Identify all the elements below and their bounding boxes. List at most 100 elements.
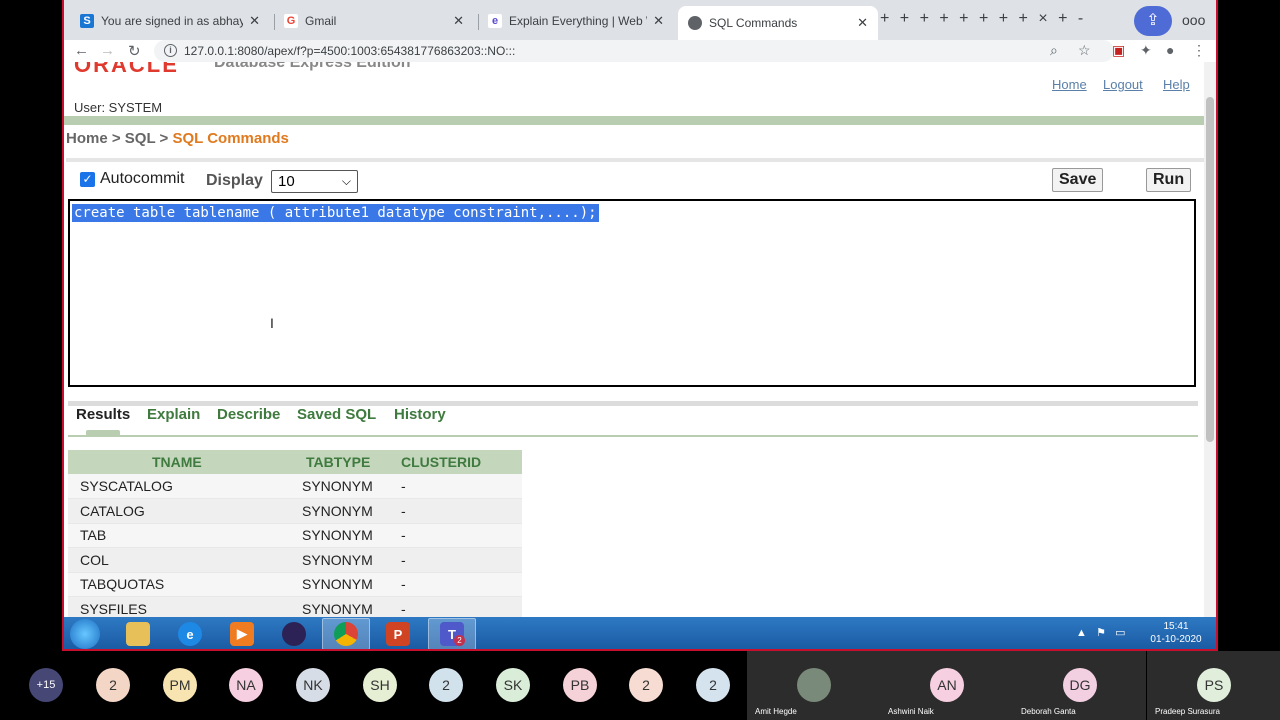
close-tab-icon[interactable]: ✕ xyxy=(653,13,664,29)
menu-kebab-icon[interactable]: ⋮ xyxy=(1192,42,1206,59)
help-link[interactable]: Help xyxy=(1163,77,1190,92)
table-cell: - xyxy=(395,498,522,524)
participant-avatar[interactable]: PB xyxy=(563,668,597,702)
participant-photo-avatar xyxy=(797,668,831,702)
bookmark-star-icon[interactable]: ☆ xyxy=(1078,42,1091,59)
tab-title: Explain Everything | Web Whiteboard xyxy=(509,14,647,28)
tab-gmail[interactable]: G Gmail ✕ xyxy=(274,8,474,34)
participant-name: Deborah Ganta xyxy=(1021,707,1076,716)
url-input[interactable]: 127.0.0.1:8080/apex/f?p=4500:1003:654381… xyxy=(154,40,1114,62)
participant-avatar[interactable]: NA xyxy=(229,668,263,702)
media-player-button[interactable]: ▶ xyxy=(218,618,266,649)
powerpoint-button[interactable]: P xyxy=(374,618,422,649)
profile-icon[interactable]: ● xyxy=(1166,42,1174,58)
site-info-icon[interactable]: i xyxy=(164,44,177,57)
table-cell: - xyxy=(395,596,522,617)
participant-tile[interactable]: PS Pradeep Surasura xyxy=(1147,651,1280,720)
teams-button[interactable]: T 2 xyxy=(428,618,476,649)
close-tab-icon[interactable]: ✕ xyxy=(857,15,868,31)
tab-saved-sql[interactable]: Saved SQL xyxy=(297,406,376,423)
home-link[interactable]: Home xyxy=(1052,77,1087,92)
table-cell: TABQUOTAS xyxy=(68,572,290,597)
participant-tile[interactable]: AN Ashwini Naik xyxy=(880,651,1013,720)
teams-badge: 2 xyxy=(454,635,465,646)
internet-explorer-button[interactable]: e xyxy=(166,618,214,649)
more-participants-avatar[interactable]: +15 xyxy=(29,668,63,702)
text-cursor-icon: I xyxy=(270,315,274,331)
tab-explain-everything[interactable]: e Explain Everything | Web Whiteboard ✕ xyxy=(478,8,674,34)
table-cell: SYNONYM xyxy=(290,596,395,617)
share-screen-icon[interactable]: ⇪ xyxy=(1134,6,1172,36)
participant-name: Amit Hegde xyxy=(755,707,797,716)
table-header-row: TNAME TABTYPE CLUSTERID xyxy=(68,450,522,474)
tab-signed-in[interactable]: S You are signed in as abhayakumar ✕ xyxy=(70,8,270,34)
close-tab-icon[interactable]: ✕ xyxy=(453,13,464,29)
tab-title: You are signed in as abhayakumar xyxy=(101,14,244,28)
reload-icon[interactable]: ↻ xyxy=(128,42,141,60)
forward-icon[interactable]: → xyxy=(100,42,115,59)
participant-avatar[interactable]: 2 xyxy=(696,668,730,702)
breadcrumb-sql[interactable]: SQL xyxy=(125,130,156,147)
tab-describe[interactable]: Describe xyxy=(217,406,280,423)
eclipse-button[interactable] xyxy=(270,618,318,649)
page-scrollbar[interactable] xyxy=(1204,62,1216,617)
back-icon[interactable]: ← xyxy=(74,42,89,59)
start-button-icon[interactable] xyxy=(70,619,100,649)
tab-strip: S You are signed in as abhayakumar ✕ G G… xyxy=(64,0,1216,40)
save-button[interactable]: Save xyxy=(1052,168,1104,192)
table-cell: SYNONYM xyxy=(290,523,395,548)
autocommit-checkbox[interactable]: ✓ xyxy=(80,171,95,187)
sql-editor[interactable]: create table tablename ( attribute1 data… xyxy=(68,199,1196,387)
participant-avatar[interactable]: NK xyxy=(296,668,330,702)
display-rows-select[interactable]: 10 ⌵ xyxy=(271,170,358,193)
show-hidden-icons-icon[interactable]: ▲ xyxy=(1076,627,1087,639)
participant-avatar[interactable]: SH xyxy=(363,668,397,702)
file-explorer-button[interactable] xyxy=(114,618,162,649)
action-center-flag-icon[interactable]: ⚑ xyxy=(1096,627,1106,639)
globe-favicon-icon xyxy=(688,16,702,30)
autocommit-control[interactable]: ✓ Autocommit xyxy=(80,170,184,188)
table-cell: - xyxy=(395,572,522,597)
table-row: CATALOG SYNONYM - xyxy=(68,498,522,524)
run-button[interactable]: Run xyxy=(1146,168,1192,192)
participant-avatar[interactable]: 2 xyxy=(429,668,463,702)
participant-avatar[interactable]: PM xyxy=(163,668,197,702)
participant-avatar[interactable]: 2 xyxy=(96,668,130,702)
pdf-extension-icon[interactable]: ▣ xyxy=(1112,42,1125,59)
tab-results[interactable]: Results xyxy=(76,406,130,423)
system-clock[interactable]: 15:41 01-10-2020 xyxy=(1146,620,1206,646)
participant-tile[interactable]: DG Deborah Ganta xyxy=(1013,651,1146,720)
extensions-puzzle-icon[interactable]: ✦ xyxy=(1140,42,1152,59)
browser-window: S You are signed in as abhayakumar ✕ G G… xyxy=(62,0,1218,651)
tab-sql-commands[interactable]: SQL Commands ✕ xyxy=(678,6,878,40)
more-options-icon[interactable]: ooo xyxy=(1182,12,1205,28)
participant-avatar[interactable]: 2 xyxy=(629,668,663,702)
tab-history[interactable]: History xyxy=(394,406,446,423)
windows-taskbar: e ▶ P T 2 ▲ ⚑ ▭ 15:41 01-10-2020 xyxy=(64,617,1216,649)
table-cell: - xyxy=(395,523,522,548)
explain-everything-favicon-icon: e xyxy=(488,14,502,28)
oracle-logo: ORACLE xyxy=(74,62,179,77)
column-header: CLUSTERID xyxy=(395,450,522,474)
table-cell: SYSFILES xyxy=(68,596,290,617)
table-cell: SYNONYM xyxy=(290,498,395,524)
participant-avatar: AN xyxy=(930,668,964,702)
table-cell: COL xyxy=(68,547,290,573)
user-label: User: SYSTEM xyxy=(74,100,163,115)
collapsed-tabs[interactable]: + + + + + + + + × + - xyxy=(880,10,1086,28)
table-cell: CATALOG xyxy=(68,498,290,524)
logout-link[interactable]: Logout xyxy=(1103,77,1143,92)
sql-editor-text[interactable]: create table tablename ( attribute1 data… xyxy=(72,204,599,222)
table-row: COL SYNONYM - xyxy=(68,547,522,573)
media-icon: ▶ xyxy=(230,622,254,646)
network-icon[interactable]: ▭ xyxy=(1115,627,1125,639)
chrome-button[interactable] xyxy=(322,618,370,649)
participant-avatar[interactable]: SK xyxy=(496,668,530,702)
close-tab-icon[interactable]: ✕ xyxy=(249,13,260,29)
tab-explain[interactable]: Explain xyxy=(147,406,200,423)
zoom-icon[interactable]: ⌕ xyxy=(1050,42,1058,59)
apex-page: ORACLE Database Express Edition User: SY… xyxy=(64,62,1204,617)
scrollbar-thumb[interactable] xyxy=(1206,97,1214,442)
breadcrumb-home[interactable]: Home xyxy=(66,130,108,147)
participant-tile[interactable]: Amit Hegde xyxy=(747,651,880,720)
